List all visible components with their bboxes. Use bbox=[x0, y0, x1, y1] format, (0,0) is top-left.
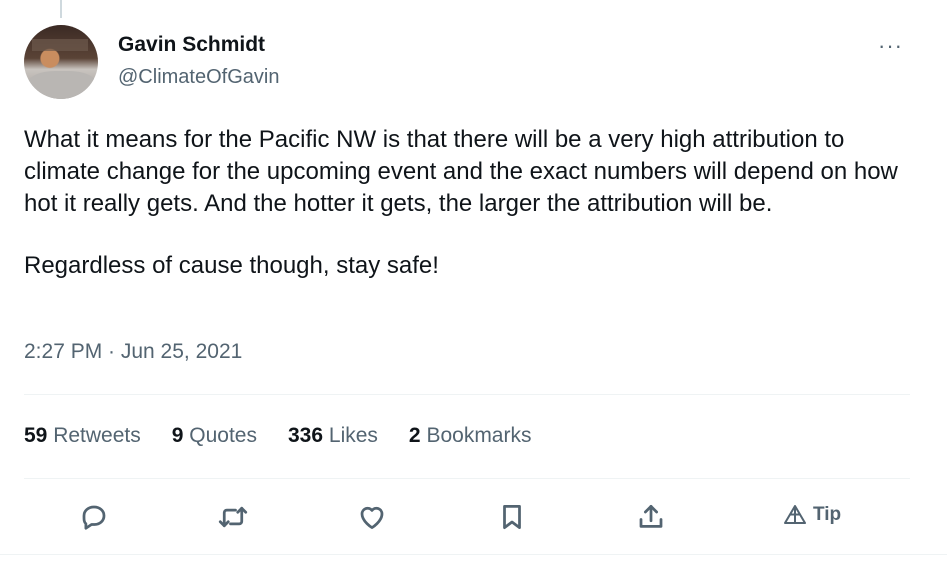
share-icon bbox=[639, 505, 663, 528]
divider bbox=[24, 394, 910, 395]
quotes-label: Quotes bbox=[189, 424, 257, 447]
avatar[interactable] bbox=[24, 25, 98, 99]
retweets-count: 59 bbox=[24, 424, 48, 447]
retweet-icon bbox=[218, 506, 248, 528]
bookmarks-count: 2 bbox=[408, 424, 421, 447]
tip-icon bbox=[784, 505, 806, 524]
thread-connector-line bbox=[60, 0, 62, 18]
like-icon bbox=[360, 506, 384, 529]
likes-stat[interactable]: 336 Likes bbox=[288, 424, 378, 448]
bookmarks-label: Bookmarks bbox=[426, 424, 532, 447]
bookmarks-stat[interactable]: 2 Bookmarks bbox=[409, 424, 532, 448]
tweet-paragraph: Regardless of cause though, stay safe! bbox=[24, 252, 439, 279]
reply-button[interactable] bbox=[74, 497, 114, 537]
author-handle[interactable]: @ClimateOfGavin bbox=[118, 66, 279, 89]
retweets-label: Retweets bbox=[53, 424, 141, 447]
like-button[interactable] bbox=[352, 497, 392, 537]
tweet-timestamp[interactable]: 2:27 PM · Jun 25, 2021 bbox=[24, 340, 242, 364]
retweet-button[interactable] bbox=[213, 497, 253, 537]
bookmark-button[interactable] bbox=[492, 497, 532, 537]
avatar-detail bbox=[28, 71, 96, 99]
likes-count: 336 bbox=[288, 424, 324, 447]
bookmark-icon bbox=[503, 505, 521, 529]
likes-label: Likes bbox=[328, 424, 378, 447]
tip-label: Tip bbox=[813, 504, 842, 525]
share-button[interactable] bbox=[631, 497, 671, 537]
tweet-paragraph: What it means for the Pacific NW is that… bbox=[24, 126, 898, 217]
more-options-icon[interactable]: ··· bbox=[878, 33, 903, 59]
engagement-stats: 59 Retweets 9 Quotes 336 Likes 2 Bookmar… bbox=[24, 424, 531, 448]
divider bbox=[0, 554, 947, 555]
tip-button[interactable]: Tip bbox=[783, 503, 841, 527]
divider bbox=[24, 478, 910, 479]
quotes-count: 9 bbox=[171, 424, 184, 447]
reply-icon bbox=[82, 505, 106, 530]
avatar-detail bbox=[32, 39, 88, 51]
retweets-stat[interactable]: 59 Retweets bbox=[24, 424, 141, 448]
author-name[interactable]: Gavin Schmidt bbox=[118, 33, 265, 57]
quotes-stat[interactable]: 9 Quotes bbox=[172, 424, 257, 448]
tweet-text: What it means for the Pacific NW is that… bbox=[24, 124, 914, 282]
